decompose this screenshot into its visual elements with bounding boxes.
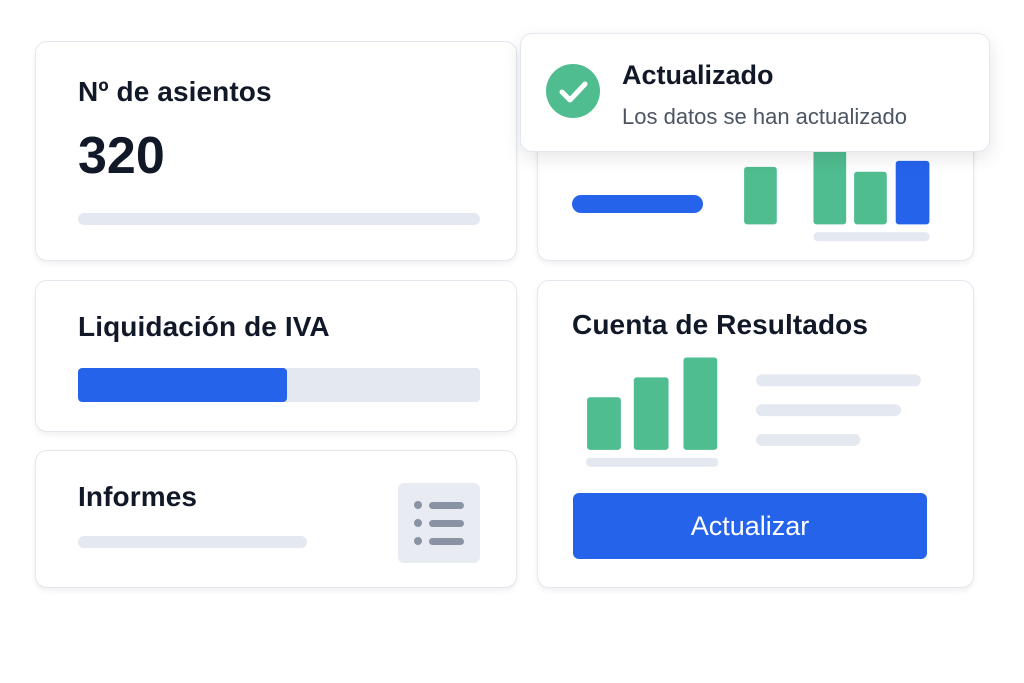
informes-title: Informes [78,481,198,512]
chart-baseline [586,457,719,467]
iva-title: Liquidación de IVA [78,311,330,342]
list-line [429,502,464,509]
placeholder-bar [78,213,480,225]
check-circle-icon [546,64,600,118]
iva-card: Liquidación de IVA [35,280,517,432]
chart-bar [854,171,887,225]
placeholder-line [755,404,902,417]
chart-bar [683,357,718,450]
asientos-card: Nº de asientos 320 [35,41,517,261]
list-icon[interactable] [398,483,480,563]
placeholder-bar [78,536,307,548]
iva-progress [78,368,480,402]
list-line [429,520,464,527]
list-bullet [414,519,422,527]
chart-bar [813,147,847,225]
chart-bar [895,160,930,225]
iva-progress-fill [78,368,288,402]
success-toast: Actualizado Los datos se han actualizado [520,33,990,152]
update-button[interactable]: Actualizar [573,493,927,559]
chart-baseline [813,232,930,242]
toast-title: Actualizado [622,60,774,90]
asientos-count: 320 [78,127,165,185]
asientos-title: Nº de asientos [78,76,272,107]
informes-card[interactable]: Informes [35,450,517,588]
chart-bar [587,397,621,450]
list-bullet [414,501,422,509]
placeholder-line [755,434,861,446]
chart-bar [744,166,777,225]
toast-message: Los datos se han actualizado [622,104,907,129]
resultados-card: Cuenta de Resultados Actualizar [537,280,974,588]
placeholder-line [755,374,921,387]
list-bullet [414,537,422,545]
list-line [429,538,464,545]
chart-bar [633,377,669,450]
